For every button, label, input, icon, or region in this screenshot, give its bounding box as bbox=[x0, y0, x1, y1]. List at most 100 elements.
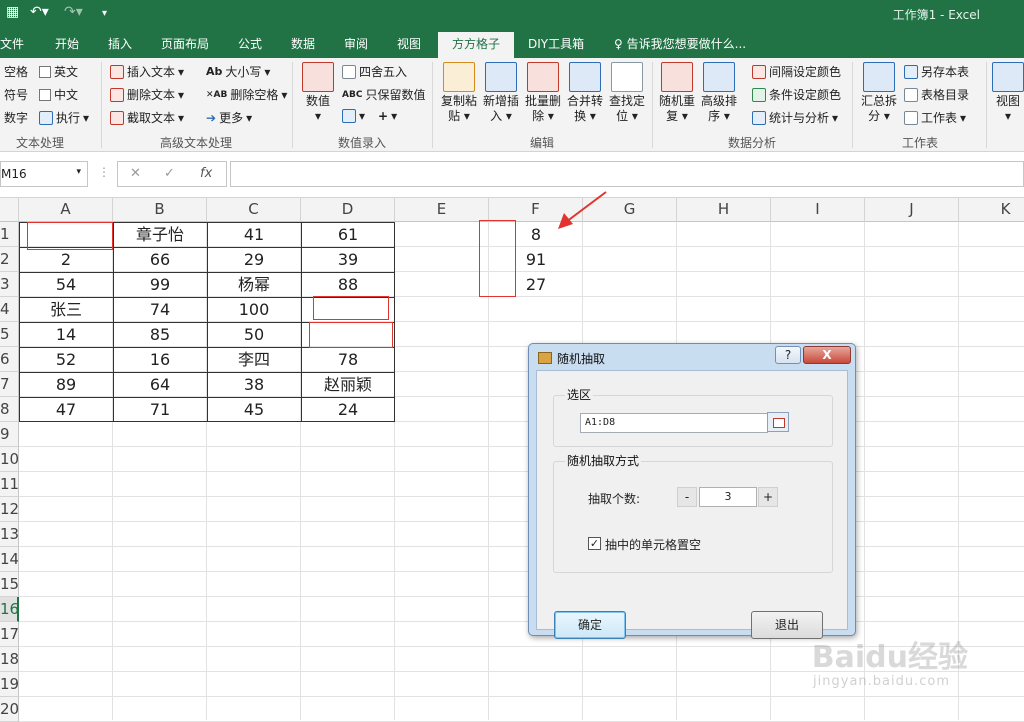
insert-new-button[interactable]: 新增插入 ▾ bbox=[480, 62, 522, 124]
english-checkbox[interactable] bbox=[39, 65, 51, 78]
cell-c8[interactable]: 45 bbox=[207, 397, 301, 422]
condition-color-button[interactable]: 条件设定颜色 bbox=[752, 86, 841, 103]
delete-space-button[interactable]: ✕AB 删除空格 ▾ bbox=[206, 86, 287, 103]
cell-b5[interactable]: 85 bbox=[113, 322, 207, 347]
select-all-corner[interactable] bbox=[0, 198, 19, 222]
row-header-11[interactable]: 11 bbox=[0, 472, 19, 497]
row-header-3[interactable]: 3 bbox=[0, 272, 19, 297]
delete-text-button[interactable]: 删除文本 ▾ bbox=[110, 86, 184, 103]
cell-a8[interactable]: 47 bbox=[19, 397, 113, 422]
sheet-toc-button[interactable]: 表格目录 bbox=[904, 86, 969, 103]
column-header-h[interactable]: H bbox=[677, 198, 771, 222]
row-header-5[interactable]: 5 bbox=[0, 322, 19, 347]
cell-d1[interactable]: 61 bbox=[301, 222, 395, 247]
tab-diy-toolbox[interactable]: DIY工具箱 bbox=[528, 35, 584, 52]
cell-a6[interactable]: 52 bbox=[19, 347, 113, 372]
row-header-19[interactable]: 19 bbox=[0, 672, 19, 697]
column-header-b[interactable]: B bbox=[113, 198, 207, 222]
tab-formulas[interactable]: 公式 bbox=[238, 35, 262, 52]
row-header-14[interactable]: 14 bbox=[0, 547, 19, 572]
cell-d6[interactable]: 78 bbox=[301, 347, 395, 372]
chinese-checkbox[interactable] bbox=[39, 88, 51, 101]
ok-button[interactable]: 确定 bbox=[554, 611, 626, 639]
copy-paste-button[interactable]: 复制粘贴 ▾ bbox=[438, 62, 480, 124]
formula-input[interactable] bbox=[230, 161, 1024, 187]
cell-c5[interactable]: 50 bbox=[207, 322, 301, 347]
value-button[interactable]: 数值 ▾ bbox=[301, 62, 335, 124]
row-header-20[interactable]: 20 bbox=[0, 697, 19, 722]
space-option[interactable]: 空格 bbox=[4, 63, 28, 80]
decrement-button[interactable]: - bbox=[677, 487, 697, 507]
name-box[interactable]: M16 ▾ bbox=[0, 161, 88, 187]
worksheet-button[interactable]: 工作表 ▾ bbox=[904, 109, 966, 126]
keep-value-button[interactable]: ABC 只保留数值 bbox=[342, 86, 425, 103]
tab-data[interactable]: 数据 bbox=[291, 35, 315, 52]
save-icon[interactable]: ▦ bbox=[6, 4, 19, 20]
cell-b4[interactable]: 74 bbox=[113, 297, 207, 322]
chinese-option[interactable]: 中文 bbox=[39, 86, 78, 103]
cell-f2[interactable]: 91 bbox=[489, 247, 583, 272]
find-locate-button[interactable]: 查找定位 ▾ bbox=[606, 62, 648, 124]
cell-c7[interactable]: 38 bbox=[207, 372, 301, 397]
column-header-c[interactable]: C bbox=[207, 198, 301, 222]
column-header-d[interactable]: D bbox=[301, 198, 395, 222]
advanced-sort-button[interactable]: 高级排序 ▾ bbox=[698, 62, 740, 124]
confirm-icon[interactable]: ✓ bbox=[164, 166, 175, 181]
interval-color-button[interactable]: 间隔设定颜色 bbox=[752, 63, 841, 80]
cell-a7[interactable]: 89 bbox=[19, 372, 113, 397]
cell-c6[interactable]: 李四 bbox=[207, 347, 301, 372]
cell-d4[interactable] bbox=[301, 297, 395, 322]
cell-d2[interactable]: 39 bbox=[301, 247, 395, 272]
cell-b1[interactable]: 章子怡 bbox=[113, 222, 207, 247]
cell-c1[interactable]: 41 bbox=[207, 222, 301, 247]
row-header-18[interactable]: 18 bbox=[0, 647, 19, 672]
cell-a4[interactable]: 张三 bbox=[19, 297, 113, 322]
row-header-16[interactable]: 16 bbox=[0, 597, 19, 622]
round-button[interactable]: 四舍五入 bbox=[342, 63, 407, 80]
cell-b2[interactable]: 66 bbox=[113, 247, 207, 272]
insert-text-button[interactable]: 插入文本 ▾ bbox=[110, 63, 184, 80]
cancel-icon[interactable]: ✕ bbox=[130, 166, 141, 181]
case-button[interactable]: Ab 大小写 ▾ bbox=[206, 63, 270, 80]
row-header-2[interactable]: 2 bbox=[0, 247, 19, 272]
row-header-12[interactable]: 12 bbox=[0, 497, 19, 522]
range-picker-icon[interactable] bbox=[767, 412, 789, 432]
cell-d7[interactable]: 赵丽颖 bbox=[301, 372, 395, 397]
clear-cells-checkbox[interactable]: ✓ bbox=[588, 537, 601, 550]
batch-delete-button[interactable]: 批量删除 ▾ bbox=[522, 62, 564, 124]
cell-c2[interactable]: 29 bbox=[207, 247, 301, 272]
column-header-e[interactable]: E bbox=[395, 198, 489, 222]
count-input[interactable]: 3 bbox=[699, 487, 757, 507]
statistics-button[interactable]: 统计与分析 ▾ bbox=[752, 109, 838, 126]
merge-convert-button[interactable]: 合并转换 ▾ bbox=[564, 62, 606, 124]
row-header-15[interactable]: 15 bbox=[0, 572, 19, 597]
row-header-17[interactable]: 17 bbox=[0, 622, 19, 647]
cell-c4[interactable]: 100 bbox=[207, 297, 301, 322]
cell-a2[interactable]: 2 bbox=[19, 247, 113, 272]
execute-button[interactable]: 执行 ▾ bbox=[39, 109, 89, 126]
more-button[interactable]: ➔ 更多 ▾ bbox=[206, 109, 252, 126]
help-button[interactable]: ? bbox=[775, 346, 801, 364]
cell-b3[interactable]: 99 bbox=[113, 272, 207, 297]
column-header-j[interactable]: J bbox=[865, 198, 959, 222]
redo-icon[interactable]: ↷▾ bbox=[64, 4, 83, 20]
row-header-10[interactable]: 10 bbox=[0, 447, 19, 472]
customize-toolbar-icon[interactable]: ▾ bbox=[102, 8, 107, 19]
tab-review[interactable]: 审阅 bbox=[344, 35, 368, 52]
chevron-down-icon[interactable]: ▾ bbox=[76, 167, 81, 177]
function-icon[interactable]: fx bbox=[200, 166, 212, 181]
english-option[interactable]: 英文 bbox=[39, 63, 78, 80]
tell-me-search[interactable]: ♀ 告诉我您想要做什么... bbox=[614, 35, 746, 52]
view-button[interactable]: 视图 ▾ bbox=[992, 62, 1024, 124]
column-header-f[interactable]: F bbox=[489, 198, 583, 222]
tab-page-layout[interactable]: 页面布局 bbox=[161, 35, 209, 52]
tab-insert[interactable]: 插入 bbox=[108, 35, 132, 52]
digit-option[interactable]: 数字 bbox=[4, 109, 28, 126]
cell-d8[interactable]: 24 bbox=[301, 397, 395, 422]
tab-home[interactable]: 开始 bbox=[55, 35, 79, 52]
cell-b7[interactable]: 64 bbox=[113, 372, 207, 397]
row-header-6[interactable]: 6 bbox=[0, 347, 19, 372]
cell-a5[interactable]: 14 bbox=[19, 322, 113, 347]
cell-b6[interactable]: 16 bbox=[113, 347, 207, 372]
column-header-i[interactable]: I bbox=[771, 198, 865, 222]
